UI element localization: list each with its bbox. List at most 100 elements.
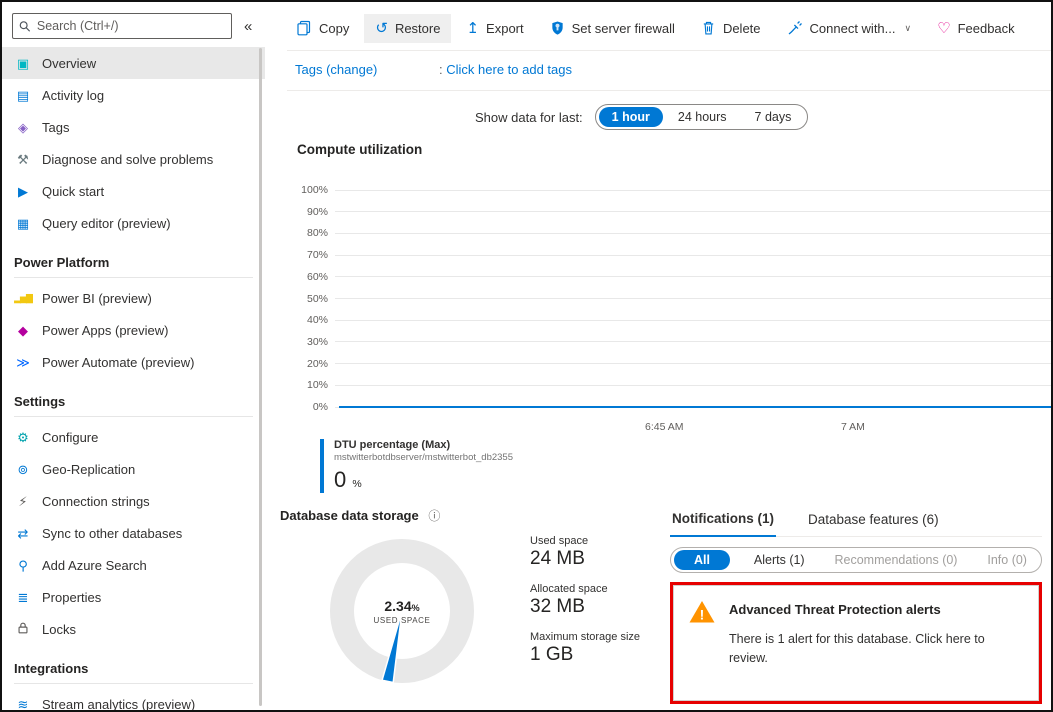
connect-with-button[interactable]: Connect with... ∨ (776, 13, 923, 43)
filter-all[interactable]: All (674, 550, 730, 570)
sidebar-item-sync-databases[interactable]: ⇄ Sync to other databases (2, 517, 265, 549)
filter-info[interactable]: Info (0) (981, 551, 1033, 569)
filter-recommendations[interactable]: Recommendations (0) (829, 551, 964, 569)
time-filter: Show data for last: 1 hour 24 hours 7 da… (475, 104, 808, 130)
legend-current-value: 0 (334, 467, 346, 492)
y-tick-label: 50% (293, 293, 335, 305)
gridline (335, 320, 1051, 321)
add-tags-link[interactable]: Click here to add tags (446, 62, 572, 77)
sidebar-search-row: « (2, 2, 265, 47)
y-tick-label: 80% (293, 227, 335, 239)
set-server-firewall-button[interactable]: Set server firewall (539, 13, 686, 43)
search-input[interactable] (37, 19, 225, 33)
sidebar-item-quick-start[interactable]: ▶ Quick start (2, 175, 265, 207)
tag-icon: ◈ (14, 121, 32, 134)
stat-value: 1 GB (530, 644, 640, 666)
sidebar-item-properties[interactable]: ≣ Properties (2, 581, 265, 613)
gridline (335, 211, 1051, 212)
time-range-pillbox: 1 hour 24 hours 7 days (595, 104, 809, 130)
chart-legend[interactable]: DTU percentage (Max) mstwitterbotdbserve… (320, 439, 513, 493)
tags-change-link[interactable]: Tags (change) (295, 62, 377, 77)
overview-icon: ▣ (14, 57, 32, 70)
gridline-row: 70% (293, 249, 1051, 261)
quick-start-icon: ▶ (14, 185, 32, 198)
gridline-row: 10% (293, 379, 1051, 391)
gridline-row: 60% (293, 271, 1051, 283)
copy-button-label: Copy (319, 21, 349, 36)
sidebar-item-overview[interactable]: ▣ Overview (2, 47, 265, 79)
filter-alerts[interactable]: Alerts (1) (748, 551, 811, 569)
sidebar-item-label: Quick start (42, 184, 104, 199)
storage-panel-title: Database data storage (280, 508, 419, 523)
azure-portal-window: { "colors": { "accent": "#0078d4", "link… (0, 0, 1053, 712)
command-bar: Copy ↺ Restore ↥ Export Set server firew… (285, 10, 1026, 46)
power-bi-icon: ▂▅▇ (14, 294, 32, 303)
sidebar-item-tags[interactable]: ◈ Tags (2, 111, 265, 143)
collapse-sidebar-button[interactable]: « (240, 18, 256, 35)
shield-icon (550, 20, 565, 36)
sidebar-item-locks[interactable]: Locks (2, 613, 265, 645)
sidebar-section-power-platform: Power Platform (14, 255, 253, 278)
sidebar-item-power-automate[interactable]: ≫ Power Automate (preview) (2, 346, 265, 378)
sidebar-item-label: Geo-Replication (42, 462, 135, 477)
gridline-row: 30% (293, 336, 1051, 348)
tab-database-features[interactable]: Database features (6) (806, 505, 941, 536)
power-apps-icon: ◆ (14, 324, 32, 337)
y-tick-label: 70% (293, 249, 335, 261)
sidebar-scrollbar[interactable] (259, 48, 262, 706)
annotation-highlight: ! Advanced Threat Protection alerts Ther… (670, 582, 1042, 704)
notifications-tabs: Notifications (1) Database features (6) (670, 505, 1042, 537)
gridline (335, 341, 1051, 342)
chart-grid: 100%90%80%70%60%50%40%30%20%10%0% (293, 184, 1051, 436)
alert-body: There is 1 alert for this database. Clic… (729, 630, 1021, 669)
feedback-button[interactable]: ♡ Feedback (926, 14, 1026, 43)
delete-button[interactable]: Delete (690, 13, 772, 43)
time-range-24-hours[interactable]: 24 hours (665, 107, 740, 127)
sidebar-item-power-bi[interactable]: ▂▅▇ Power BI (preview) (2, 282, 265, 314)
gridline (335, 385, 1051, 386)
threat-protection-alert-card[interactable]: ! Advanced Threat Protection alerts Ther… (673, 585, 1039, 701)
gridline (335, 190, 1051, 191)
info-icon[interactable]: ⓘ (428, 509, 440, 523)
sidebar-item-configure[interactable]: ⚙ Configure (2, 421, 265, 453)
copy-button[interactable]: Copy (285, 13, 360, 43)
sidebar-item-label: Tags (42, 120, 69, 135)
sidebar-item-activity-log[interactable]: ▤ Activity log (2, 79, 265, 111)
dtu-series-line (339, 406, 1051, 408)
svg-text:!: ! (700, 607, 705, 623)
stat-maximum-storage-size: Maximum storage size 1 GB (530, 631, 640, 666)
sidebar-item-power-apps[interactable]: ◆ Power Apps (preview) (2, 314, 265, 346)
sidebar-item-query-editor[interactable]: ▦ Query editor (preview) (2, 207, 265, 239)
y-tick-label: 100% (293, 184, 335, 196)
sidebar-item-label: Power Automate (preview) (42, 355, 194, 370)
gridline (335, 255, 1051, 256)
time-range-1-hour[interactable]: 1 hour (599, 107, 663, 127)
copy-icon (296, 20, 312, 36)
y-tick-label: 30% (293, 336, 335, 348)
sidebar-item-label: Overview (42, 56, 96, 71)
tools-icon: ⚒ (14, 153, 32, 166)
search-box[interactable] (12, 13, 232, 39)
y-tick-label: 40% (293, 314, 335, 326)
gridline (335, 276, 1051, 277)
stat-allocated-space: Allocated space 32 MB (530, 583, 640, 618)
sidebar-section-integrations: Integrations (14, 661, 253, 684)
sidebar-item-connection-strings[interactable]: ⚡ Connection strings (2, 485, 265, 517)
sidebar-item-geo-replication[interactable]: ⊚ Geo-Replication (2, 453, 265, 485)
stat-label: Allocated space (530, 583, 640, 595)
activity-log-icon: ▤ (14, 89, 32, 102)
y-tick-label: 10% (293, 379, 335, 391)
export-button[interactable]: ↥ Export (455, 14, 534, 43)
stream-analytics-icon: ≋ (14, 698, 32, 711)
gridline (335, 298, 1051, 299)
lock-icon (14, 621, 32, 637)
sidebar-item-diagnose[interactable]: ⚒ Diagnose and solve problems (2, 143, 265, 175)
magnifier-icon: ⚲ (14, 559, 32, 572)
tab-notifications[interactable]: Notifications (1) (670, 505, 776, 537)
time-range-7-days[interactable]: 7 days (742, 107, 805, 127)
restore-button[interactable]: ↺ Restore (364, 14, 451, 43)
sidebar-item-label: Configure (42, 430, 98, 445)
list-icon: ≣ (14, 591, 32, 604)
sidebar-item-add-azure-search[interactable]: ⚲ Add Azure Search (2, 549, 265, 581)
sidebar-item-stream-analytics[interactable]: ≋ Stream analytics (preview) (2, 688, 265, 710)
